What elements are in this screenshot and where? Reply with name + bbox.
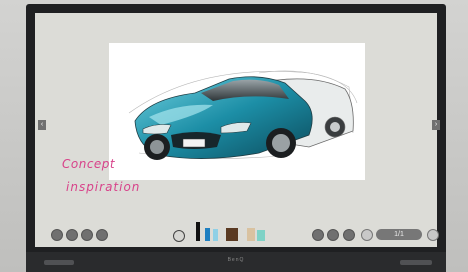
add-page-icon[interactable] [361,229,373,241]
page-menu-icon[interactable] [427,229,439,241]
zoom-in-icon[interactable] [327,229,339,241]
settings-icon[interactable] [96,229,108,241]
undo-icon[interactable] [51,229,63,241]
page-indicator[interactable]: 1/1 [376,229,422,240]
bezel-right-buttons[interactable] [400,260,432,265]
bezel-left-buttons[interactable] [44,260,74,265]
marker-icon[interactable] [205,228,210,241]
annotation-concept[interactable]: Concept [62,157,115,171]
car-sketch-image[interactable] [109,43,365,180]
eraser-icon[interactable] [226,228,238,241]
fit-icon[interactable] [343,229,355,241]
brand-logo: BenQ [227,257,245,263]
shape-icon[interactable] [247,228,255,241]
select-icon[interactable] [173,230,185,242]
pen-icon[interactable] [196,222,200,241]
color-swatch-icon[interactable] [257,230,265,241]
annotation-inspiration[interactable]: inspiration [66,180,140,194]
zoom-out-icon[interactable] [312,229,324,241]
share-icon[interactable] [81,229,93,241]
next-page-arrow-icon[interactable]: › [432,120,440,130]
highlighter-icon[interactable] [213,229,218,241]
previous-page-arrow-icon[interactable]: ‹ [38,120,46,130]
car-sketch-drawing [128,70,358,160]
redo-icon[interactable] [66,229,78,241]
